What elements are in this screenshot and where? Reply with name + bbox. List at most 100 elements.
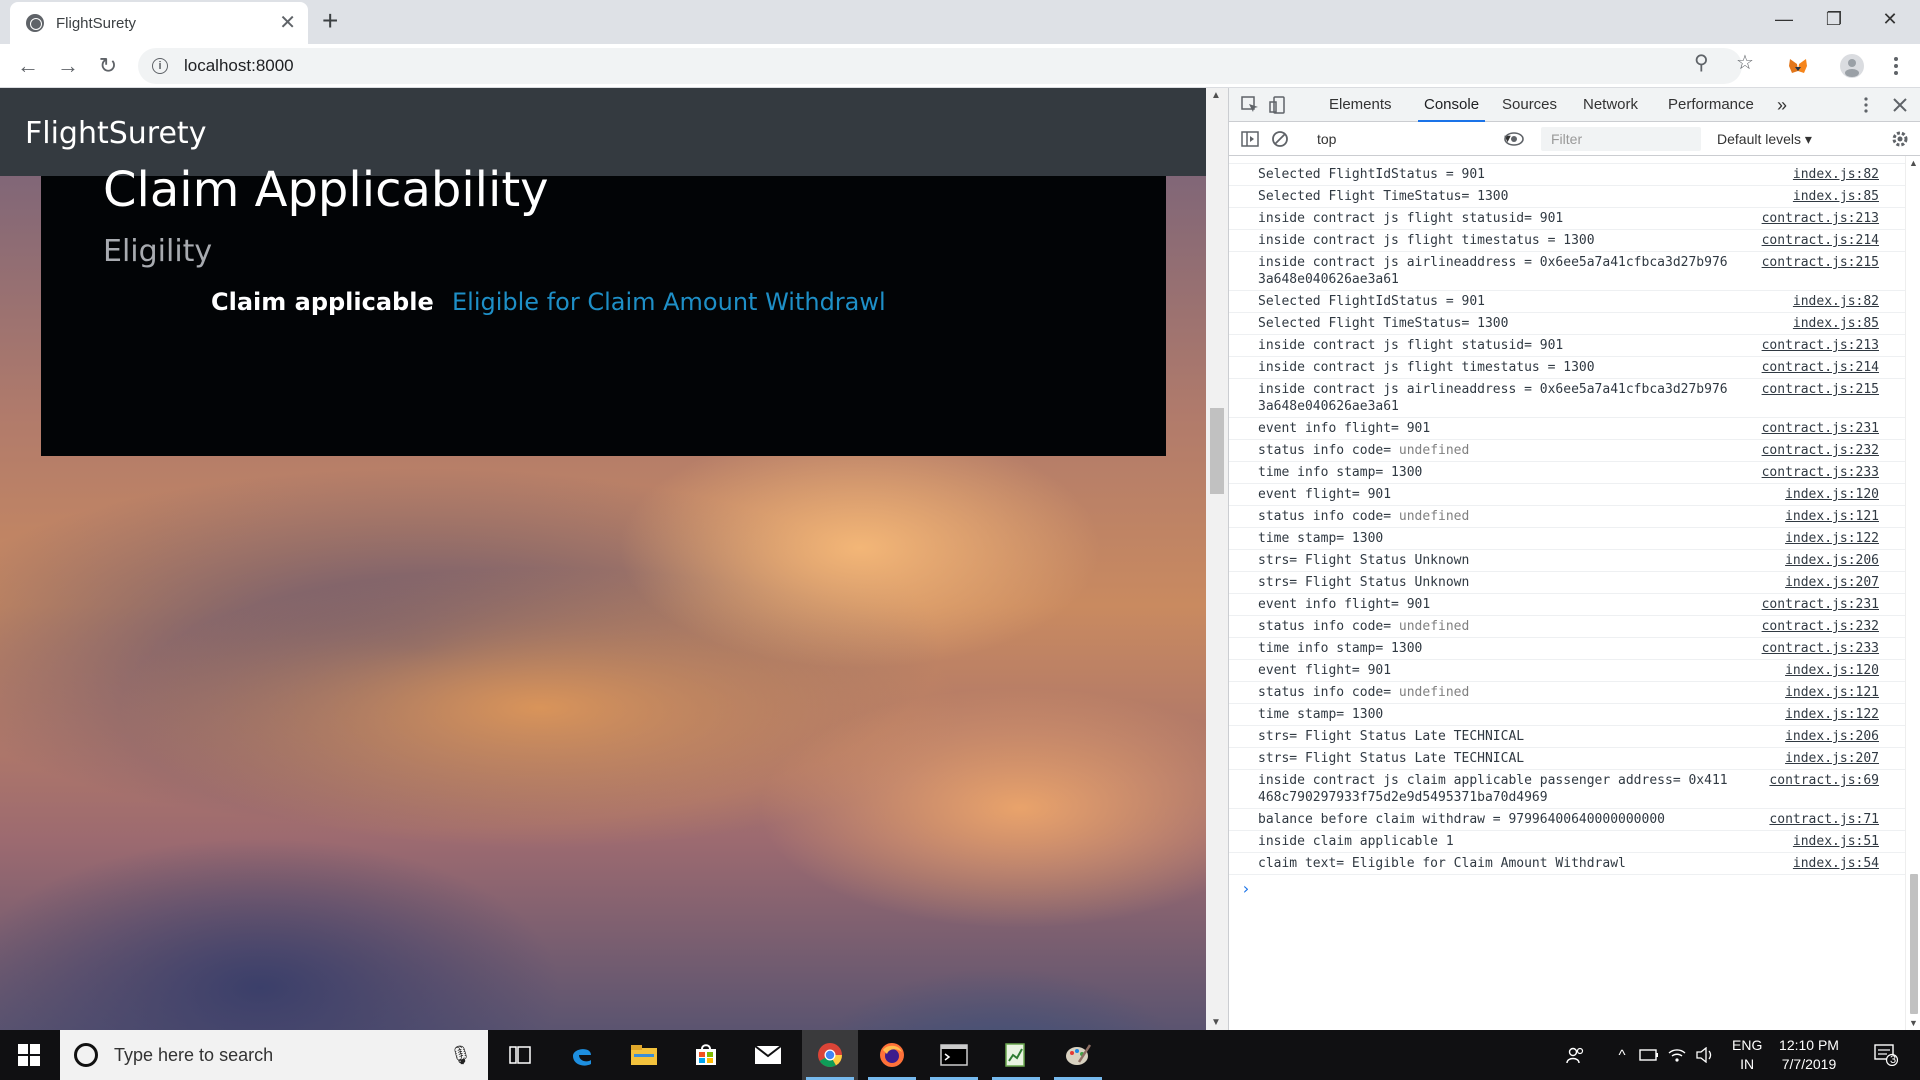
mail-app[interactable] [740,1030,796,1080]
console-source-link[interactable]: contract.js:232 [1762,618,1879,635]
close-tab-icon[interactable]: ✕ [279,13,296,33]
scroll-up-arrow-icon[interactable]: ▲ [1909,158,1918,168]
console-source-link[interactable]: index.js:206 [1785,728,1879,745]
browser-tab[interactable]: FlightSurety ✕ [10,2,308,44]
info-icon[interactable]: i [152,58,168,74]
sidebar-toggle-icon[interactable] [1241,130,1259,148]
console-prompt-input[interactable]: › [1229,875,1905,898]
windows-start-button[interactable] [0,1030,58,1080]
tab-console[interactable]: Console [1418,88,1486,122]
console-source-link[interactable]: index.js:54 [1793,855,1879,872]
tab-sources[interactable]: Sources [1502,88,1557,122]
reload-button[interactable]: ↻ [94,52,122,80]
show-hidden-icons-chevron-icon[interactable]: ^ [1610,1030,1634,1080]
console-source-link[interactable]: contract.js:232 [1762,442,1879,459]
console-source-link[interactable]: index.js:85 [1793,188,1879,205]
file-explorer-app[interactable] [616,1030,672,1080]
language-code: ENG [1732,1037,1763,1053]
new-tab-button[interactable]: + [322,6,338,36]
console-source-link[interactable]: index.js:207 [1785,574,1879,591]
scroll-down-arrow-icon[interactable]: ▼ [1211,1017,1221,1028]
console-source-link[interactable]: index.js:120 [1785,486,1879,503]
console-source-link[interactable]: index.js:122 [1785,706,1879,723]
console-source-link[interactable]: index.js:85 [1793,315,1879,332]
console-source-link[interactable]: contract.js:233 [1762,640,1879,657]
console-source-link[interactable]: contract.js:214 [1762,232,1879,249]
tab-performance[interactable]: Performance [1668,88,1754,122]
console-source-link[interactable]: index.js:51 [1793,833,1879,850]
bookmark-star-icon[interactable]: ☆ [1736,50,1754,75]
terminal-app[interactable] [926,1030,982,1080]
console-source-link[interactable]: contract.js:214 [1762,359,1879,376]
log-levels-dropdown[interactable]: Default levels ▾ [1717,128,1812,150]
more-tabs-icon[interactable]: » [1777,88,1787,122]
tab-network[interactable]: Network [1583,88,1638,122]
console-source-link[interactable]: index.js:121 [1785,684,1879,701]
close-window-button[interactable]: ✕ [1862,0,1918,38]
console-source-link[interactable]: index.js:206 [1785,552,1879,569]
console-source-link[interactable]: index.js:121 [1785,508,1879,525]
console-message: inside contract js flight timestatus = 1… [1229,230,1905,252]
taskbar-search-box[interactable]: Type here to search 🎙 [60,1030,488,1080]
edge-app[interactable] [554,1030,610,1080]
store-app[interactable] [678,1030,734,1080]
live-expression-eye-icon[interactable] [1503,130,1525,148]
console-source-link[interactable]: index.js:120 [1785,662,1879,679]
page-scrollbar[interactable]: ▲ ▼ [1206,88,1228,1030]
inspect-element-icon[interactable] [1241,96,1259,114]
console-source-link[interactable]: contract.js:231 [1762,596,1879,613]
console-source-link[interactable]: contract.js:213 [1762,210,1879,227]
input-language-indicator[interactable]: ENG IN [1732,1036,1762,1074]
wifi-icon[interactable] [1664,1030,1690,1080]
volume-icon[interactable] [1692,1030,1718,1080]
navbar-brand[interactable]: FlightSurety [25,116,206,151]
section-subtitle: Eligility [103,234,213,269]
scroll-down-arrow-icon[interactable]: ▼ [1909,1018,1918,1028]
maximize-button[interactable]: ❐ [1806,0,1862,38]
console-source-link[interactable]: index.js:207 [1785,750,1879,767]
page-scroll-thumb[interactable] [1210,408,1224,494]
console-filter-input[interactable]: Filter [1541,127,1701,151]
battery-icon[interactable] [1636,1030,1662,1080]
console-source-link[interactable]: contract.js:231 [1762,420,1879,437]
forward-button[interactable]: → [54,52,82,80]
console-source-link[interactable]: contract.js:215 [1762,254,1879,271]
console-source-link[interactable]: index.js:82 [1793,293,1879,310]
console-message-text: status info code= [1258,443,1399,458]
zoom-icon[interactable]: ⚲ [1694,50,1709,75]
console-message: inside contract js flight timestatus = 1… [1229,357,1905,379]
profile-avatar[interactable] [1840,54,1864,78]
chrome-app[interactable] [802,1030,858,1080]
device-toolbar-icon[interactable] [1269,96,1287,114]
more-menu-icon[interactable] [1884,54,1908,78]
clear-console-icon[interactable] [1271,130,1289,148]
taskbar-clock[interactable]: 12:10 PM 7/7/2019 [1764,1036,1854,1074]
tab-elements[interactable]: Elements [1329,88,1392,122]
close-devtools-icon[interactable] [1891,96,1909,114]
task-view-button[interactable] [492,1030,548,1080]
console-source-link[interactable]: contract.js:69 [1769,772,1879,789]
metamask-extension-icon[interactable] [1786,54,1810,78]
console-source-link[interactable]: index.js:122 [1785,530,1879,547]
address-bar[interactable]: i localhost:8000 [138,48,1742,84]
console-toolbar: top ▼ Filter Default levels ▾ [1229,122,1920,156]
spreadsheet-app[interactable] [988,1030,1044,1080]
devtools-menu-icon[interactable] [1857,96,1875,114]
firefox-app[interactable] [864,1030,920,1080]
console-source-link[interactable]: contract.js:215 [1762,381,1879,398]
paint-app[interactable] [1050,1030,1106,1080]
console-settings-gear-icon[interactable] [1891,130,1909,148]
console-source-link[interactable]: contract.js:213 [1762,337,1879,354]
context-selector[interactable]: top ▼ [1317,128,1513,150]
console-scrollbar[interactable]: ▲ ▼ [1905,156,1920,1030]
console-source-link[interactable]: contract.js:71 [1769,811,1879,828]
back-button[interactable]: ← [14,52,42,80]
console-source-link[interactable]: index.js:82 [1793,166,1879,183]
people-icon[interactable] [1560,1030,1590,1080]
minimize-button[interactable]: — [1756,0,1812,38]
console-source-link[interactable]: contract.js:233 [1762,464,1879,481]
scroll-up-arrow-icon[interactable]: ▲ [1211,90,1221,101]
microphone-icon[interactable]: 🎙 [449,1045,472,1066]
action-center-button[interactable]: 3 [1866,1030,1906,1080]
console-scroll-thumb[interactable] [1910,874,1918,1014]
